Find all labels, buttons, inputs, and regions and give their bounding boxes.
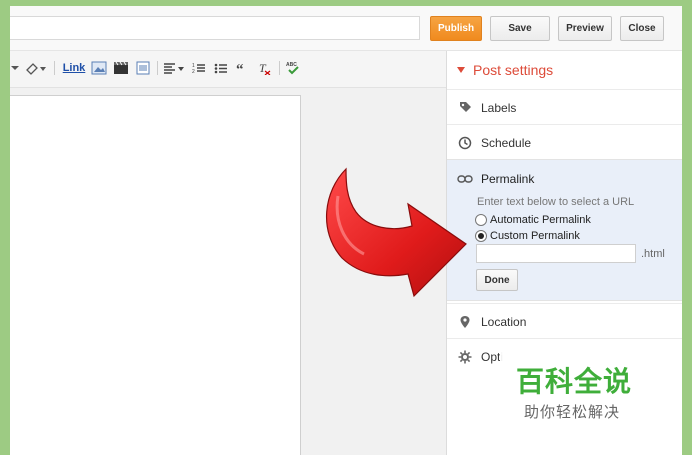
svg-text:T: T xyxy=(259,61,267,75)
clear-format-icon[interactable]: T xyxy=(256,59,274,77)
done-button[interactable]: Done xyxy=(476,269,518,291)
watermark-logo-text: 百科全说 xyxy=(516,365,633,398)
labels-row[interactable]: Labels xyxy=(447,89,682,125)
align-icon[interactable] xyxy=(162,59,186,77)
collapse-triangle-icon xyxy=(457,67,465,73)
permalink-suffix: .html xyxy=(641,248,665,260)
clock-icon xyxy=(457,136,473,150)
preview-button[interactable]: Preview xyxy=(558,16,612,41)
post-settings-title: Post settings xyxy=(473,62,554,78)
permalink-panel: Permalink Enter text below to select a U… xyxy=(447,159,682,301)
numbered-list-icon[interactable]: 12 xyxy=(190,59,208,77)
location-pin-icon xyxy=(457,315,473,329)
automatic-permalink-option[interactable]: Automatic Permalink xyxy=(475,214,591,226)
toolbar-separator xyxy=(54,61,55,75)
save-button[interactable]: Save xyxy=(490,16,550,41)
gear-icon xyxy=(457,350,473,364)
permalink-hint: Enter text below to select a URL xyxy=(477,196,635,208)
red-curved-arrow xyxy=(325,167,467,298)
spellcheck-icon[interactable]: ABC xyxy=(284,59,302,77)
arrow-shape xyxy=(325,167,467,298)
watermark-tagline: 助你轻松解决 xyxy=(524,403,621,421)
post-body-editor[interactable] xyxy=(10,95,301,455)
publish-button[interactable]: Publish xyxy=(430,16,482,41)
post-settings-header[interactable]: Post settings xyxy=(447,51,682,89)
permalink-title: Permalink xyxy=(481,172,535,186)
top-bar: Publish Save Preview Close xyxy=(10,6,682,51)
link-button[interactable]: Link xyxy=(60,59,88,77)
image-icon[interactable] xyxy=(90,59,108,77)
bullet-list-icon[interactable] xyxy=(212,59,230,77)
automatic-permalink-label: Automatic Permalink xyxy=(490,214,591,226)
automatic-permalink-radio[interactable] xyxy=(475,214,487,226)
custom-permalink-option[interactable]: Custom Permalink xyxy=(475,230,580,242)
toolbar-separator xyxy=(279,61,280,75)
custom-permalink-label: Custom Permalink xyxy=(490,230,580,242)
schedule-row[interactable]: Schedule xyxy=(447,124,682,160)
post-title-input[interactable] xyxy=(10,16,420,40)
close-button[interactable]: Close xyxy=(620,16,664,41)
schedule-label: Schedule xyxy=(481,135,532,150)
watermark: 百科全说 助你轻松解决 xyxy=(500,345,682,425)
video-icon[interactable] xyxy=(112,59,130,77)
tag-icon xyxy=(457,101,473,114)
location-label: Location xyxy=(481,314,527,329)
location-row[interactable]: Location xyxy=(447,303,682,339)
svg-text:2: 2 xyxy=(192,69,195,75)
dropdown-icon[interactable] xyxy=(10,59,20,77)
custom-permalink-radio[interactable] xyxy=(475,230,487,242)
custom-permalink-input[interactable] xyxy=(476,244,636,263)
labels-label: Labels xyxy=(481,100,517,115)
svg-text:“: “ xyxy=(236,62,244,75)
toolbar-separator xyxy=(157,61,158,75)
quote-icon[interactable]: “ xyxy=(234,59,252,77)
eraser-icon[interactable] xyxy=(24,59,48,77)
svg-text:ABC: ABC xyxy=(286,62,297,68)
jump-break-icon[interactable] xyxy=(134,59,152,77)
editor-toolbar: Link 12 “ T ABC xyxy=(10,51,446,88)
